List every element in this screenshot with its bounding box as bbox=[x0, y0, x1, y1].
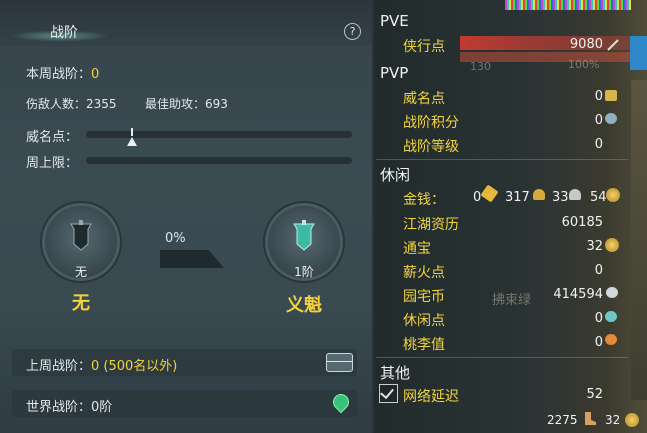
best-assist-row: 最佳助攻：693 bbox=[145, 95, 228, 112]
sword-icon bbox=[607, 39, 619, 51]
bottom-left-value: 2275 bbox=[547, 413, 578, 427]
best-assist-value: 693 bbox=[205, 97, 228, 111]
background-percent-text: 100% bbox=[568, 58, 600, 71]
leisure-item-label: 薪火点 bbox=[403, 265, 445, 281]
checkmark-icon bbox=[380, 384, 394, 400]
last-week-rank-label: 上周战阶： bbox=[26, 359, 92, 374]
weekly-limit-bar bbox=[86, 157, 352, 164]
leisure-item-label: 桃李值 bbox=[403, 337, 445, 353]
other-item-value: 52 bbox=[586, 387, 603, 402]
next-rank-medal-label: 1阶 bbox=[294, 265, 314, 279]
weekly-rank-value: 0 bbox=[91, 67, 100, 82]
pve-item-label: 侠行点 bbox=[403, 39, 445, 55]
leisure-item-value: 0 bbox=[594, 311, 603, 326]
leisure-point-icon bbox=[605, 311, 617, 322]
current-rank-medal: 无 bbox=[45, 206, 117, 279]
weekly-rank-row: 本周战阶：0 bbox=[26, 63, 99, 82]
pvp-item-value: 0 bbox=[594, 137, 603, 152]
money-label: 金钱： bbox=[403, 192, 445, 208]
pvp-item-label: 战阶等级 bbox=[403, 139, 459, 155]
last-week-rank-row: 上周战阶：0 (500名以外) bbox=[26, 355, 177, 374]
section-divider bbox=[376, 357, 628, 358]
leisure-item-value: 414594 bbox=[553, 287, 603, 302]
leisure-item-value: 60185 bbox=[561, 215, 603, 230]
money-copper-value: 54 bbox=[590, 190, 607, 205]
bottom-right-value: 32 bbox=[605, 413, 621, 427]
leisure-item-value: 0 bbox=[594, 263, 603, 278]
pvp-item-value: 0 bbox=[594, 89, 603, 104]
rank-progress-arrow bbox=[160, 250, 224, 268]
next-rank-medal: 1阶 bbox=[268, 206, 340, 279]
rank-progress-percent: 0% bbox=[165, 231, 186, 246]
leisure-item-label: 园宅币 bbox=[403, 289, 445, 305]
rank-panel: 战阶 ? 本周战阶：0 伤敌人数：2355 最佳助攻：693 威名点： 周上限：… bbox=[0, 0, 372, 433]
money-gold-value: 0 bbox=[473, 190, 482, 205]
rank-points-icon bbox=[605, 113, 617, 124]
background-scene-edge bbox=[631, 80, 647, 400]
background-name-text: 拂束绿 bbox=[492, 293, 532, 308]
pvp-item-label: 威名点 bbox=[403, 91, 445, 107]
last-week-rank-value: 0 (500名以外) bbox=[91, 359, 178, 374]
prestige-marker-stem bbox=[131, 128, 133, 136]
wound-count-label: 伤敌人数： bbox=[26, 97, 87, 111]
prestige-label: 威名点： bbox=[26, 130, 79, 145]
best-assist-label: 最佳助攻： bbox=[145, 97, 206, 111]
current-rank-medal-label: 无 bbox=[74, 265, 87, 279]
pvp-section-title: PVP bbox=[380, 64, 409, 82]
leisure-item-label: 休闲点 bbox=[403, 313, 445, 329]
wound-count-row: 伤敌人数：2355 bbox=[26, 95, 117, 112]
pvp-item-label: 战阶积分 bbox=[403, 115, 459, 131]
next-rank-name: 义魁 bbox=[286, 295, 322, 316]
rank-banner-icon bbox=[293, 220, 315, 251]
reward-chest-icon[interactable] bbox=[326, 353, 353, 372]
other-section-title: 其他 bbox=[380, 364, 411, 382]
tongbao-icon bbox=[625, 413, 639, 427]
weekly-limit-label: 周上限： bbox=[26, 156, 79, 171]
pve-section-title: PVE bbox=[380, 12, 409, 30]
prestige-bar bbox=[86, 131, 352, 138]
peach-icon bbox=[605, 334, 617, 345]
pve-item-value: 9080 bbox=[569, 37, 603, 52]
prestige-icon bbox=[605, 90, 617, 101]
money-silver1-value: 317 bbox=[505, 190, 530, 205]
help-icon[interactable]: ? bbox=[344, 23, 361, 40]
silver-ingot-icon bbox=[533, 189, 545, 200]
leisure-item-value: 0 bbox=[594, 335, 603, 350]
silver-coin-icon bbox=[569, 189, 581, 200]
current-rank-name: 无 bbox=[72, 293, 90, 314]
copper-coin-icon bbox=[606, 188, 620, 202]
network-latency-checkbox[interactable] bbox=[379, 384, 398, 403]
world-rank-text: 世界战阶：0阶 bbox=[26, 400, 113, 415]
boot-icon bbox=[585, 412, 596, 425]
panel-header: 战阶 ? bbox=[0, 0, 372, 46]
leisure-item-label: 通宝 bbox=[403, 241, 431, 257]
pvp-item-value: 0 bbox=[594, 113, 603, 128]
money-silver2-value: 33 bbox=[552, 190, 569, 205]
leisure-item-value: 32 bbox=[586, 239, 603, 254]
leisure-item-label: 江湖资历 bbox=[403, 217, 459, 233]
other-item-label: 网络延迟 bbox=[403, 389, 459, 405]
house-coin-icon bbox=[606, 287, 618, 298]
panel-title: 战阶 bbox=[50, 25, 78, 41]
background-level-text: 130 bbox=[470, 60, 491, 73]
background-blue-bar bbox=[630, 36, 647, 70]
tongbao-icon bbox=[605, 238, 619, 252]
prestige-marker bbox=[127, 137, 137, 146]
wound-count-value: 2355 bbox=[86, 97, 117, 111]
rank-banner-icon bbox=[70, 220, 92, 251]
background-ui-strip bbox=[505, 0, 631, 10]
weekly-rank-label: 本周战阶： bbox=[26, 67, 92, 82]
leisure-section-title: 休闲 bbox=[380, 166, 411, 184]
section-divider bbox=[376, 159, 628, 160]
